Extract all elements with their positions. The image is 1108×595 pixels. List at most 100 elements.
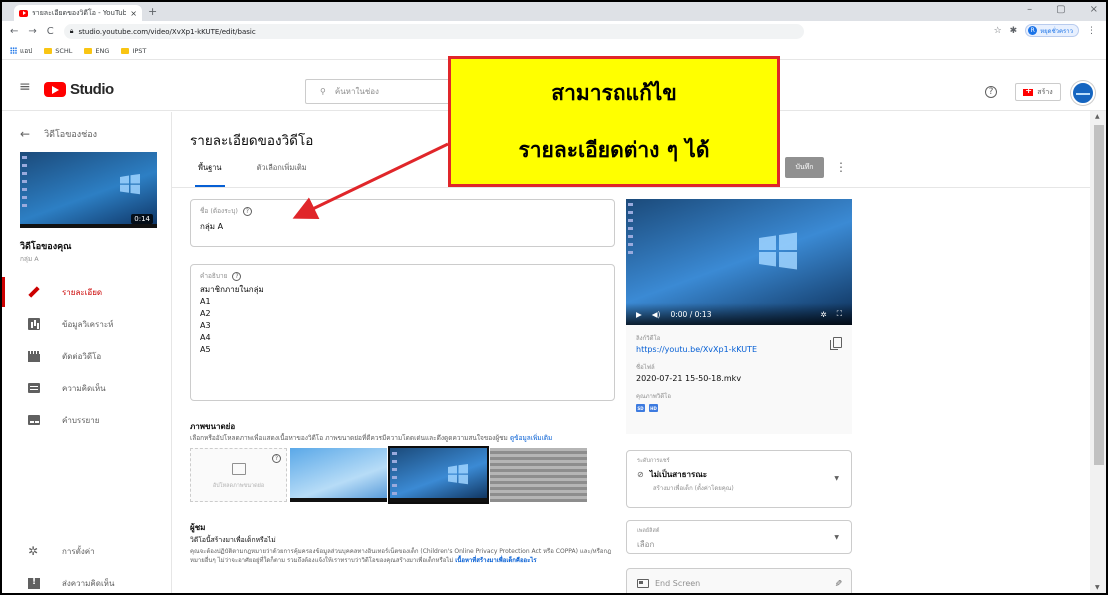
bookmark-apps[interactable]: แอป [10, 46, 32, 56]
search-icon: ⚲ [320, 87, 326, 96]
bookmark-schl[interactable]: SCHL [44, 47, 72, 55]
create-button[interactable]: สร้าง [1015, 83, 1061, 101]
quality-badges: SD HD [636, 404, 842, 412]
minimize-button[interactable]: – [1027, 4, 1032, 15]
sidebar-item-editor[interactable]: ตัดต่อวิดีโอ [2, 341, 172, 371]
page-scrollbar[interactable]: ▲ ▼ [1090, 111, 1106, 593]
back-arrow-icon: ← [20, 127, 31, 141]
help-icon[interactable]: ? [232, 271, 242, 281]
sidebar-item-settings[interactable]: ✲ การตั้งค่า [2, 536, 172, 566]
address-bar-actions: ☆ ✱ R หยุดชั่วคราว ⋮ [994, 24, 1096, 37]
thumbnail-option-2[interactable] [388, 446, 489, 504]
browser-tab[interactable]: รายละเอียดของวิดีโอ - YouTube Stu × [14, 5, 142, 21]
end-screen-button[interactable]: End Screen ✎ [626, 568, 852, 593]
sidebar-item-label: ตัดต่อวิดีโอ [62, 351, 102, 361]
thumbnail-learn-more-link[interactable]: ดูข้อมูลเพิ่มเติม [510, 434, 552, 442]
volume-icon[interactable]: ◀) [652, 310, 661, 319]
search-placeholder: ค้นหาในช่อง [334, 87, 379, 96]
desktop-icons [22, 156, 27, 211]
title-field[interactable]: ชื่อ (ต้องระบุ) ? กลุ่ม A [190, 199, 615, 247]
play-icon[interactable]: ▶ [636, 310, 642, 319]
tab-basic[interactable]: พื้นฐาน [195, 162, 225, 187]
description-line: A2 [200, 309, 211, 318]
upload-thumbnail-button[interactable]: ? อัปโหลดภาพขนาดย่อ [190, 448, 287, 502]
help-icon[interactable]: ? [242, 206, 252, 216]
title-field-label: ชื่อ (ต้องระบุ) ? [200, 206, 605, 216]
save-button[interactable]: บันทึก [785, 157, 824, 178]
sidebar-item-comments[interactable]: ความคิดเห็น [2, 373, 172, 403]
playlist-dropdown[interactable]: เพลย์ลิสต์ เลือก ▼ [626, 520, 852, 554]
player-time: 0:00 / 0:13 [670, 309, 712, 319]
extensions-icon[interactable]: ✱ [1010, 26, 1018, 36]
sidebar-item-subtitles[interactable]: คำบรรยาย [2, 405, 172, 435]
description-field[interactable]: คำอธิบาย ? สมาชิกภายในกลุ่ม A1 A2 A3 A4 … [190, 264, 615, 401]
fullscreen-icon[interactable]: ⛶ [837, 309, 842, 319]
help-icon[interactable]: ? [272, 454, 281, 463]
lock-icon: 🔒︎ [69, 27, 74, 35]
folder-icon [121, 47, 130, 54]
hd-badge: HD [649, 404, 658, 412]
folder-icon [84, 47, 93, 54]
visibility-sub: สร้างมาเพื่อเด็ก (ตั้งค่าโดยคุณ) [653, 485, 734, 492]
visibility-dropdown[interactable]: ระดับการแชร์ ⊘ ไม่เป็นสาธารณะ สร้างมาเพื… [626, 450, 852, 508]
hamburger-menu-icon[interactable]: ≡ [19, 79, 31, 95]
forward-nav-icon[interactable]: → [28, 26, 36, 37]
playlist-label: เพลย์ลิสต์ [637, 528, 660, 534]
thumbnail-option-1[interactable] [290, 448, 387, 502]
video-player[interactable]: ▶ ◀) 0:00 / 0:13 ✲ ⛶ [626, 199, 852, 325]
your-video-heading: วิดีโอของคุณ [20, 242, 72, 252]
scroll-thumb[interactable] [1094, 125, 1104, 465]
star-icon[interactable]: ☆ [994, 26, 1002, 36]
tab-close-icon[interactable]: × [130, 9, 137, 18]
scroll-down-arrow-icon[interactable]: ▼ [1095, 584, 1100, 591]
sidebar-item-label: ส่งความคิดเห็น [62, 578, 115, 588]
bookmark-eng[interactable]: ENG [84, 47, 109, 55]
url-input[interactable]: 🔒︎ studio.youtube.com/video/XvXp1-kKUTE/… [63, 24, 804, 39]
video-thumbnail[interactable]: 0:14 [20, 152, 157, 228]
your-video-title: กลุ่ม A [20, 255, 39, 263]
tab-more-options[interactable]: ตัวเลือกเพิ่มเติม [257, 162, 307, 187]
sidebar-item-details[interactable]: รายละเอียด [2, 277, 172, 307]
thumbnail-option-3[interactable] [490, 448, 587, 502]
sidebar-item-analytics[interactable]: ข้อมูลวิเคราะห์ [2, 309, 172, 339]
annotation-callout: สามารถแก้ไข รายละเอียดต่าง ๆ ได้ [448, 56, 780, 187]
edit-pencil-icon[interactable]: ✎ [832, 579, 842, 587]
description-value: สมาชิกภายในกลุ่ม A1 A2 A3 A4 A5 [200, 284, 605, 356]
profile-button[interactable]: R หยุดชั่วคราว [1025, 24, 1079, 37]
thumbnail-description-text: เลือกหรืออัปโหลดภาพเพื่อแสดงเนื้อหาของวิ… [190, 434, 508, 442]
account-avatar[interactable] [1071, 81, 1095, 105]
video-link[interactable]: https://youtu.be/XvXp1-kKUTE [636, 345, 842, 354]
sidebar-item-label: การตั้งค่า [62, 546, 95, 556]
studio-logo[interactable]: Studio [44, 81, 114, 98]
reload-icon[interactable]: C [47, 26, 54, 37]
back-nav-icon[interactable]: ← [10, 26, 18, 37]
back-to-channel-videos[interactable]: ← วิดีโอของช่อง [20, 127, 97, 141]
end-screen-label: End Screen [655, 578, 701, 588]
tab-title: รายละเอียดของวิดีโอ - YouTube Stu [32, 8, 126, 17]
description-line: A4 [200, 333, 211, 342]
scroll-up-arrow-icon[interactable]: ▲ [1095, 113, 1100, 120]
playlist-value: เลือก [637, 540, 655, 549]
more-options-icon[interactable]: ⋮ [835, 160, 847, 174]
chevron-down-icon: ▼ [834, 475, 839, 482]
filename-value: 2020-07-21 15-50-18.mkv [636, 374, 742, 383]
browser-menu-icon[interactable]: ⋮ [1087, 26, 1096, 36]
video-quality-label: คุณภาพวิดีโอ [636, 393, 671, 400]
upload-image-icon [232, 463, 246, 475]
youtube-logo-icon [44, 82, 66, 97]
url-text: studio.youtube.com/video/XvXp1-kKUTE/edi… [78, 27, 256, 36]
create-video-icon [1023, 86, 1034, 96]
description-line: A1 [200, 297, 211, 306]
copy-icon[interactable] [830, 337, 842, 350]
profile-label: หยุดชั่วคราว [1040, 27, 1073, 35]
bookmark-ipst[interactable]: IPST [121, 47, 146, 55]
taskbar [290, 498, 387, 502]
close-window-button[interactable]: × [1090, 4, 1098, 15]
made-for-kids-link[interactable]: เนื้อหาที่สร้างมาเพื่อเด็กคืออะไร [455, 557, 536, 564]
new-tab-button[interactable]: + [148, 5, 157, 18]
maximize-button[interactable]: ▢ [1056, 4, 1065, 15]
settings-gear-icon[interactable]: ✲ [820, 310, 826, 319]
sidebar-item-feedback[interactable]: ส่งความคิดเห็น [2, 568, 172, 593]
bookmark-label: ENG [95, 46, 110, 55]
help-icon[interactable]: ? [985, 86, 997, 98]
